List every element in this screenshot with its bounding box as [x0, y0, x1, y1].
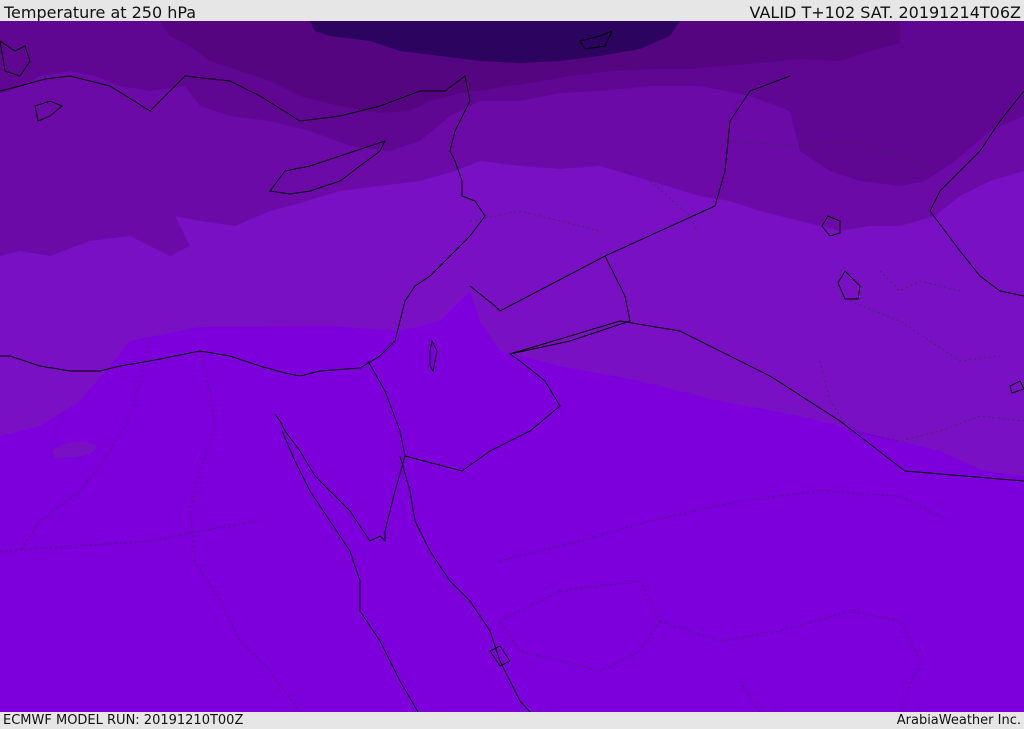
model-run: ECMWF MODEL RUN: 20191210T00Z [3, 713, 244, 728]
map-title: Temperature at 250 hPa [4, 3, 197, 22]
map-panel[interactable] [0, 21, 1024, 712]
footer-bar: ECMWF MODEL RUN: 20191210T00Z ArabiaWeat… [0, 712, 1024, 729]
temperature-map [0, 21, 1024, 712]
header-bar: Temperature at 250 hPa VALID T+102 SAT. … [0, 0, 1024, 22]
credit-label: ArabiaWeather Inc. [896, 713, 1021, 728]
valid-time: VALID T+102 SAT. 20191214T06Z [749, 3, 1021, 22]
